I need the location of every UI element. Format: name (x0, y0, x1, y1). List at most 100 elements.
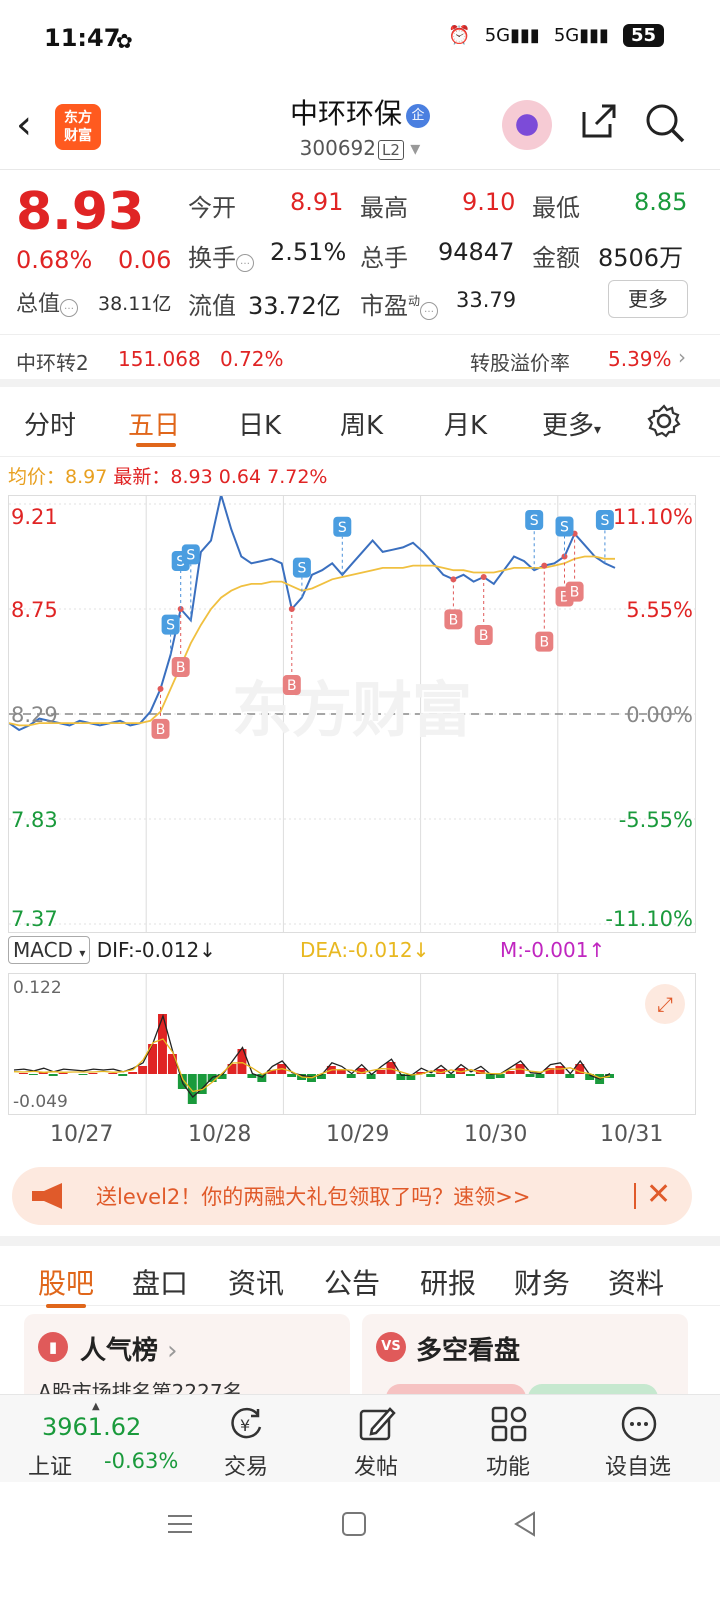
y-tick-left: 9.21 (11, 505, 58, 529)
y-tick-right: -5.55% (619, 808, 693, 832)
chevron-right-icon: › (167, 1336, 178, 1366)
search-icon[interactable] (644, 102, 686, 144)
settings-gear-icon[interactable] (646, 403, 682, 439)
menu-icon[interactable] (166, 1510, 194, 1538)
tab-news[interactable]: 资讯 (228, 1262, 284, 1302)
macd-bar-down (525, 1074, 535, 1077)
current-price: 8.93 (16, 182, 145, 242)
macd-chart[interactable]: 0.122 -0.049 ⤢ (8, 973, 696, 1115)
expand-icon[interactable]: ⤢ (645, 984, 685, 1024)
sell-marker-label: S (186, 547, 195, 563)
nav-add-watchlist[interactable]: 设自选 (588, 1395, 688, 1483)
macd-bar-down (565, 1074, 575, 1078)
price-chart-svg: 东方财富BBBBB BB BSS SSS S S S9.218.758.297.837.37… (8, 494, 695, 932)
level-badge: L2 (378, 140, 404, 160)
tab-announcements[interactable]: 公告 (324, 1262, 380, 1302)
bullbear-card[interactable]: VS 多空看盘 (362, 1314, 688, 1404)
convertible-row[interactable]: 中环转2 151.068 0.72% 转股溢价率 5.39% › (0, 335, 720, 387)
turnover-label-text: 换手 (188, 244, 236, 272)
mktcap-label-text: 总值 (16, 292, 61, 317)
tab-five-day[interactable]: 五日 (128, 405, 180, 442)
pe-label: 市盈动… (360, 286, 439, 321)
more-button[interactable]: 更多 (608, 280, 688, 318)
share-icon[interactable] (578, 102, 618, 142)
y-tick-right: 0.00% (626, 703, 693, 727)
info-icon[interactable]: … (60, 299, 79, 317)
macd-bar-up (167, 1054, 177, 1074)
tab-monthly-k[interactable]: 月K (444, 405, 487, 442)
popularity-title: 人气榜 › (80, 1330, 177, 1367)
index-quote[interactable]: ▲ 3961.62 上证 -0.63% (28, 1399, 179, 1480)
banner-divider (634, 1183, 636, 1209)
amount-label: 金额 (532, 244, 580, 272)
y-tick-left: 8.29 (11, 703, 58, 727)
nav-trade[interactable]: ¥ 交易 (196, 1395, 296, 1483)
popularity-card[interactable]: ▮ 人气榜 › A股市场排名第2227名 (24, 1314, 350, 1404)
macd-header: MACD ▾ DIF:-0.012↓ DEA:-0.012↓ M:-0.001↑ (8, 936, 605, 964)
buy-marker-label: B (449, 612, 459, 628)
buy-marker-label: B (570, 585, 580, 601)
tab-daily-k[interactable]: 日K (238, 405, 281, 442)
tab-guba[interactable]: 股吧 (38, 1262, 94, 1302)
nav-post[interactable]: 发帖 (326, 1395, 426, 1483)
nav-add-watchlist-label: 设自选 (604, 1455, 671, 1480)
macd-bar-down (118, 1074, 128, 1076)
tab-weekly-k[interactable]: 周K (340, 405, 383, 442)
index-name: 上证 (28, 1455, 73, 1480)
convertible-pct: 0.72% (220, 347, 284, 371)
date-label: 10/27 (50, 1122, 114, 1147)
high-value: 9.10 (462, 188, 516, 216)
date-label: 10/29 (326, 1122, 390, 1147)
mktcap-value: 38.11亿 (98, 293, 172, 315)
tab-pankou[interactable]: 盘口 (132, 1262, 188, 1302)
info-icon[interactable]: … (420, 302, 439, 320)
buy-marker-dot (541, 562, 548, 569)
y-tick-right: -11.10% (605, 907, 693, 931)
index-pct: -0.63% (104, 1449, 179, 1473)
sell-marker-label: S (530, 513, 539, 529)
tab-research[interactable]: 研报 (420, 1262, 476, 1302)
macd-bar-down (78, 1074, 88, 1075)
latest-change-pct: 7.72% (267, 466, 328, 488)
bottom-nav: ▲ 3961.62 上证 -0.63% ¥ 交易 发帖 功能 设自选 (0, 1394, 720, 1482)
convertible-name: 中环转2 (16, 351, 89, 375)
macd-bar-down (465, 1074, 475, 1076)
info-icon[interactable]: … (236, 254, 254, 272)
megaphone-icon (32, 1183, 62, 1209)
home-icon[interactable] (340, 1510, 368, 1538)
back-nav-icon[interactable] (512, 1510, 540, 1538)
y-tick-left: 7.37 (11, 907, 58, 931)
change-amount: 0.06 (118, 246, 172, 274)
open-label: 今开 (188, 194, 236, 222)
price-chart[interactable]: 东方财富 B B B B B B B B S S S S S S S S 9.21 8.75 8.29 7.83 7.37… (8, 494, 696, 933)
sell-marker-label: S (600, 513, 609, 529)
macd-selector[interactable]: MACD ▾ (8, 936, 91, 964)
banner-text: 送level2！你的两融大礼包领取了吗？速领>> (96, 1185, 531, 1209)
amount-value: 8506万 (598, 244, 684, 272)
buy-marker-dot (288, 606, 295, 612)
turnover-label: 换手… (188, 238, 254, 273)
buy-marker-label: B (479, 628, 489, 644)
low-value: 8.85 (634, 188, 688, 216)
nav-functions[interactable]: 功能 (458, 1395, 558, 1483)
robot-avatar[interactable] (502, 100, 552, 150)
avg-label: 均价： (8, 466, 66, 488)
tab-finance[interactable]: 财务 (514, 1262, 570, 1302)
macd-bar-up (88, 1073, 98, 1074)
tab-intraday[interactable]: 分时 (24, 405, 76, 442)
close-icon[interactable]: ✕ (646, 1177, 671, 1212)
wechat-icon: ✿ (116, 29, 133, 53)
tab-more[interactable]: 更多▾ (542, 405, 601, 442)
macd-bar-down (346, 1074, 356, 1078)
buy-marker-label: B (156, 722, 166, 738)
macd-label: MACD (13, 938, 73, 962)
macd-bar-up (138, 1066, 148, 1074)
float-value: 33.72亿 (248, 292, 341, 320)
promo-banner[interactable]: 送level2！你的两融大礼包领取了吗？速领>> ✕ (12, 1167, 692, 1225)
macd-bar-down (446, 1074, 456, 1078)
status-icons: ⏰ 5G▮▮▮ 5G▮▮▮ 55 (448, 24, 664, 47)
tab-profile[interactable]: 资料 (608, 1262, 664, 1302)
buy-marker-label: B (539, 635, 549, 651)
macd-m: M:-0.001↑ (500, 938, 606, 962)
volume-label: 总手 (360, 244, 408, 272)
